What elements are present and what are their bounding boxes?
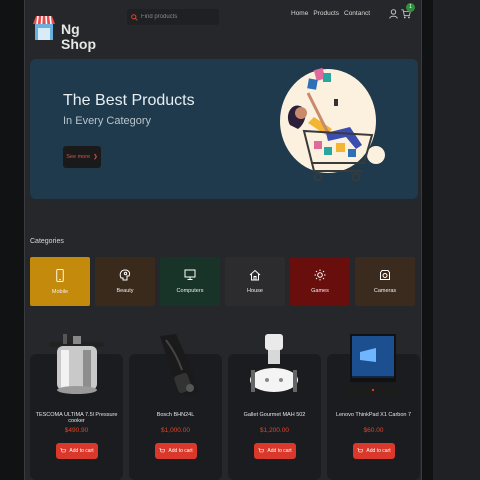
shopping-illustration <box>280 67 385 182</box>
category-label: Mobile <box>51 288 69 295</box>
nav-home-link[interactable]: Home <box>291 10 308 17</box>
brand-line-2: Shop <box>61 36 96 52</box>
sun-icon <box>314 269 326 281</box>
category-cameras[interactable]: Cameras <box>355 257 415 306</box>
shop-logo[interactable]: Ng Shop <box>33 12 96 52</box>
cart-count-badge: 1 <box>406 3 415 12</box>
product-list: TESCOMA ULTIMA 7.5l Pressure cooker $490… <box>30 330 420 480</box>
nav-contact-link[interactable]: Contanct <box>344 10 370 17</box>
cart-icon <box>60 448 67 453</box>
category-games[interactable]: Games <box>290 257 350 306</box>
add-to-cart-label: Add to cart <box>168 448 193 454</box>
product-name[interactable]: TESCOMA ULTIMA 7.5l Pressure cooker <box>30 412 123 424</box>
add-to-cart-button[interactable]: Add to cart <box>353 443 395 459</box>
search-bar <box>127 9 219 25</box>
category-label: Games <box>311 288 329 294</box>
category-label: Computers <box>176 288 204 294</box>
brand-line-1: Ng <box>61 21 80 37</box>
hero-subtitle: In Every Category <box>63 115 152 127</box>
camera-icon <box>380 270 390 280</box>
see-more-label: See more <box>66 154 91 160</box>
add-to-cart-label: Add to cart <box>366 448 391 454</box>
category-house[interactable]: House <box>225 257 285 306</box>
chevron-right-icon: ❯ <box>93 154 98 160</box>
nav-products-link[interactable]: Products <box>313 10 339 17</box>
product-card[interactable]: Gallet Gourmet MAH 502 $1,200.00 Add to … <box>228 330 321 480</box>
monitor-icon <box>184 269 196 280</box>
cart-icon <box>159 448 166 453</box>
food-processor-image[interactable] <box>241 330 308 402</box>
user-icon[interactable] <box>389 9 398 19</box>
search-icon[interactable] <box>131 13 138 21</box>
product-name[interactable]: Lenovo ThinkPad X1 Carbon 7 <box>327 412 420 418</box>
window-edge-panel <box>433 0 480 480</box>
add-to-cart-button[interactable]: Add to cart <box>155 443 197 459</box>
product-price: $1,000.00 <box>161 427 190 434</box>
product-name[interactable]: Bosch BHN24L <box>129 412 222 418</box>
add-to-cart-label: Add to cart <box>267 448 292 454</box>
phone-icon <box>56 268 64 282</box>
product-card[interactable]: TESCOMA ULTIMA 7.5l Pressure cooker $490… <box>30 330 123 480</box>
product-name[interactable]: Gallet Gourmet MAH 502 <box>228 412 321 418</box>
main-nav: Home Products Contanct <box>291 10 370 17</box>
category-label: House <box>247 288 263 294</box>
add-to-cart-button[interactable]: Add to cart <box>56 443 98 459</box>
face-icon <box>119 269 131 281</box>
product-card[interactable]: Lenovo ThinkPad X1 Carbon 7 $60.00 Add t… <box>327 330 420 480</box>
page-container: Ng Shop Home Products Contanct 1 The Bes… <box>24 0 422 480</box>
product-price: $60.00 <box>363 427 384 434</box>
product-price: $490.90 <box>64 427 89 434</box>
category-beauty[interactable]: Beauty <box>95 257 155 306</box>
hero-title: The Best Products <box>63 92 195 109</box>
product-card[interactable]: Bosch BHN24L $1,000.00 Add to cart <box>129 330 222 480</box>
category-list: Mobile Beauty Computers House Games Came… <box>30 257 415 306</box>
category-mobile[interactable]: Mobile <box>30 257 90 306</box>
search-input[interactable] <box>141 14 211 20</box>
house-icon <box>249 269 261 281</box>
categories-heading: Categories <box>30 238 64 245</box>
store-icon <box>33 15 55 40</box>
category-computers[interactable]: Computers <box>160 257 220 306</box>
cart-icon <box>357 448 364 453</box>
hero-banner: The Best Products In Every Category See … <box>30 59 418 199</box>
handheld-vacuum-image[interactable] <box>142 330 209 402</box>
category-label: Beauty <box>116 288 134 294</box>
add-to-cart-label: Add to cart <box>69 448 94 454</box>
add-to-cart-button[interactable]: Add to cart <box>254 443 296 459</box>
laptop-image[interactable] <box>340 330 407 402</box>
cart-icon <box>258 448 265 453</box>
pressure-cooker-image[interactable] <box>43 330 110 402</box>
product-price: $1,200.00 <box>260 427 289 434</box>
category-label: Cameras <box>373 288 397 294</box>
see-more-button[interactable]: See more ❯ <box>63 146 101 168</box>
brand-name: Ng Shop <box>61 22 96 52</box>
